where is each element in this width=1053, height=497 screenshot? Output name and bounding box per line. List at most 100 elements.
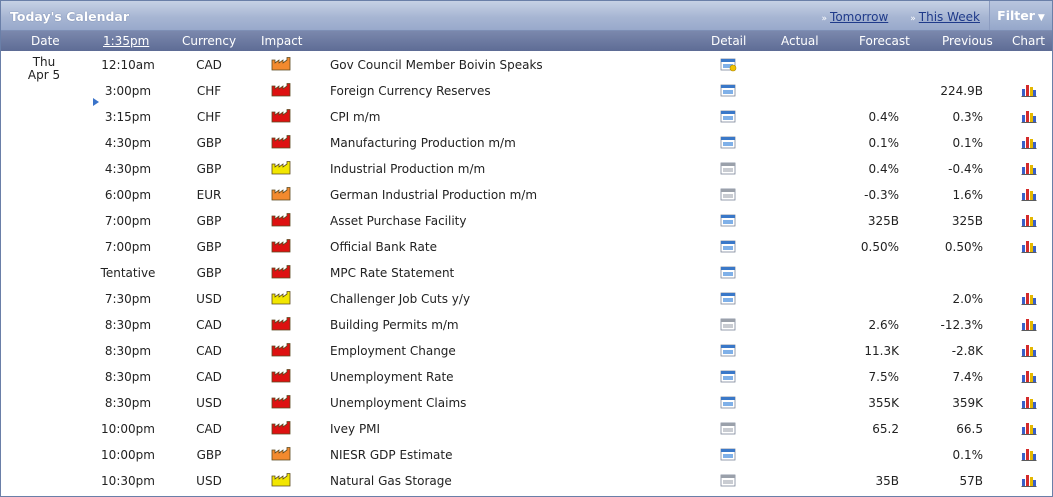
detail-blue-icon[interactable]	[720, 265, 737, 283]
detail-blue-icon[interactable]	[720, 109, 737, 127]
table-row: 3:15pm CHF CPI m/m 0.4% 0.3%	[1, 104, 1052, 130]
event-name: NIESR GDP Estimate	[330, 448, 453, 462]
event-name: Building Permits m/m	[330, 318, 459, 332]
chart-icon[interactable]	[1021, 135, 1037, 152]
event-time: 8:30pm	[104, 370, 152, 384]
event-name: Natural Gas Storage	[330, 474, 452, 488]
detail-speech-icon[interactable]	[720, 57, 737, 75]
impact-high-icon	[271, 369, 291, 383]
detail-blue-icon[interactable]	[720, 239, 737, 257]
chart-icon[interactable]	[1021, 83, 1037, 100]
event-name: CPI m/m	[330, 110, 381, 124]
chart-icon[interactable]	[1021, 213, 1037, 230]
chart-icon[interactable]	[1021, 395, 1037, 412]
event-forecast: 325B	[867, 214, 899, 228]
event-forecast: 0.4%	[868, 110, 900, 124]
table-row: 7:00pm GBP Asset Purchase Facility 325B 325B	[1, 208, 1052, 234]
event-currency: USD	[196, 292, 222, 306]
detail-gray-icon[interactable]	[720, 421, 737, 439]
impact-low-icon	[271, 473, 291, 487]
event-forecast: 0.1%	[868, 136, 900, 150]
event-currency: CAD	[196, 370, 222, 384]
chart-icon[interactable]	[1021, 473, 1037, 490]
event-time: 6:00pm	[104, 188, 152, 202]
table-row: 3:00pm CHF Foreign Currency Reserves 224.9B	[1, 78, 1052, 106]
event-name: Employment Change	[330, 344, 456, 358]
chart-icon[interactable]	[1021, 343, 1037, 360]
event-previous: 0.3%	[952, 110, 984, 124]
event-currency: GBP	[196, 266, 222, 280]
event-time: 8:30pm	[104, 318, 152, 332]
event-name: Manufacturing Production m/m	[330, 136, 516, 150]
table-row: Tentative GBP MPC Rate Statement	[1, 260, 1052, 286]
detail-blue-icon[interactable]	[720, 83, 737, 101]
event-currency: GBP	[196, 214, 222, 228]
table-row: 7:00pm GBP Official Bank Rate 0.50% 0.50%	[1, 234, 1052, 260]
tomorrow-link[interactable]: Tomorrow	[830, 10, 888, 24]
detail-gray-icon[interactable]	[720, 473, 737, 491]
event-forecast: 65.2	[872, 422, 899, 436]
detail-blue-icon[interactable]	[720, 447, 737, 465]
event-time: 10:00pm	[101, 448, 155, 462]
detail-gray-icon[interactable]	[720, 317, 737, 335]
event-time: 10:30pm	[101, 474, 155, 488]
detail-blue-icon[interactable]	[720, 343, 737, 361]
col-chart: Chart	[1012, 34, 1045, 48]
impact-high-icon	[271, 109, 291, 123]
event-forecast: -0.3%	[864, 188, 899, 202]
event-time: 4:30pm	[104, 162, 152, 176]
event-forecast: 11.3K	[864, 344, 899, 358]
detail-blue-icon[interactable]	[720, 291, 737, 309]
chart-icon[interactable]	[1021, 369, 1037, 386]
calendar-panel: Today's Calendar » Tomorrow» This Week Fil…	[0, 0, 1053, 497]
event-name: Unemployment Claims	[330, 396, 467, 410]
col-previous: Previous	[942, 34, 993, 48]
panel-title: Today's Calendar	[10, 9, 130, 24]
event-time: 7:00pm	[104, 214, 152, 228]
event-table: Thu Apr 5 12:10am CAD Gov Council Member Boi…	[1, 52, 1052, 494]
impact-high-icon	[271, 265, 291, 279]
chart-icon[interactable]	[1021, 109, 1037, 126]
filter-button[interactable]: Filter ▼	[989, 1, 1052, 30]
chart-icon[interactable]	[1021, 291, 1037, 308]
event-currency: CAD	[196, 422, 222, 436]
detail-blue-icon[interactable]	[720, 395, 737, 413]
detail-gray-icon[interactable]	[720, 187, 737, 205]
day-nav: » Tomorrow» This Week	[822, 10, 980, 24]
event-previous: 1.6%	[952, 188, 984, 202]
chart-icon[interactable]	[1021, 187, 1037, 204]
col-time[interactable]: 1:35pm	[103, 34, 149, 48]
impact-medium-icon	[271, 57, 291, 71]
col-date: Date	[31, 34, 60, 48]
chart-icon[interactable]	[1021, 239, 1037, 256]
event-currency: CHF	[196, 110, 222, 124]
table-row: 4:30pm GBP Industrial Production m/m 0.4% -0…	[1, 156, 1052, 182]
chart-icon[interactable]	[1021, 317, 1037, 334]
event-time: 8:30pm	[104, 344, 152, 358]
chart-icon[interactable]	[1021, 447, 1037, 464]
event-name: Unemployment Rate	[330, 370, 454, 384]
detail-blue-icon[interactable]	[720, 369, 737, 387]
impact-high-icon	[271, 83, 291, 97]
impact-high-icon	[271, 421, 291, 435]
col-forecast: Forecast	[859, 34, 910, 48]
event-name: German Industrial Production m/m	[330, 188, 538, 202]
event-name: Ivey PMI	[330, 422, 381, 436]
detail-blue-icon[interactable]	[720, 135, 737, 153]
col-actual: Actual	[781, 34, 819, 48]
event-name: MPC Rate Statement	[330, 266, 455, 280]
event-time: 12:10am	[101, 58, 155, 72]
event-currency: GBP	[196, 136, 222, 150]
table-row: 8:30pm CAD Employment Change 11.3K -2.8K	[1, 338, 1052, 364]
event-time: 10:00pm	[101, 422, 155, 436]
event-name: Official Bank Rate	[330, 240, 437, 254]
chart-icon[interactable]	[1021, 421, 1037, 438]
detail-gray-icon[interactable]	[720, 161, 737, 179]
chevron-down-icon: ▼	[1037, 13, 1045, 23]
table-row: 8:30pm CAD Building Permits m/m 2.6% -12.3%	[1, 312, 1052, 338]
event-previous: 359K	[952, 396, 983, 410]
chart-icon[interactable]	[1021, 161, 1037, 178]
impact-high-icon	[271, 135, 291, 149]
this-week-link[interactable]: This Week	[919, 10, 980, 24]
detail-blue-icon[interactable]	[720, 213, 737, 231]
